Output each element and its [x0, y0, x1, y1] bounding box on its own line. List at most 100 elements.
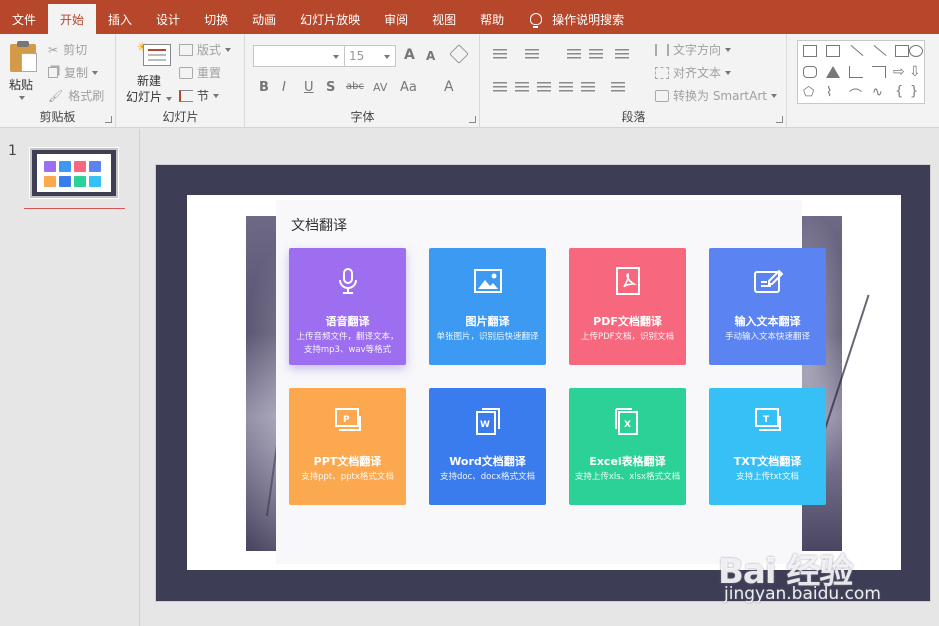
line-shape-icon[interactable] [850, 44, 864, 57]
numbering-icon[interactable] [525, 49, 539, 60]
chevron-down-icon [384, 55, 390, 59]
strikethrough-button[interactable]: abc [346, 81, 364, 92]
decrease-indent-icon[interactable] [567, 49, 581, 60]
translation-card[interactable]: 输入文本翻译 手动输入文本快速翻译 [709, 248, 826, 365]
dialog-launcher-icon[interactable] [469, 116, 476, 123]
paragraph-group: 文字方向 对齐文本 转换为 SmartArt 段落 [481, 34, 787, 128]
wave-shape-icon[interactable]: ∿ [872, 85, 883, 100]
line-spacing-icon[interactable] [615, 49, 629, 60]
tab-insert[interactable]: 插入 [96, 4, 144, 34]
section-label: 节 [197, 89, 210, 103]
oval-shape-icon[interactable] [909, 45, 923, 57]
chevron-down-icon [725, 70, 732, 75]
tab-help[interactable]: 帮助 [468, 4, 516, 34]
tab-view[interactable]: 视图 [420, 4, 468, 34]
change-case-button[interactable]: Aa [400, 80, 417, 95]
translation-card[interactable]: 图片翻译 单张图片，识别后快速翻译 [429, 248, 546, 365]
section-button[interactable]: 节 [179, 87, 220, 104]
tab-slideshow[interactable]: 幻灯片放映 [288, 4, 372, 34]
chevron-down-icon [213, 93, 220, 98]
translation-card[interactable]: T TXT文档翻译 支持上传txt文档 [709, 388, 826, 505]
freeform-shape-icon[interactable]: ⬠ [803, 85, 814, 100]
paste-button[interactable]: 粘贴 [4, 38, 44, 104]
convert-smartart-button[interactable]: 转换为 SmartArt [655, 87, 777, 104]
format-painter-label: 格式刷 [68, 89, 105, 103]
increase-indent-icon[interactable] [589, 49, 603, 60]
align-right-icon[interactable] [537, 82, 551, 93]
rectangle-shape-icon[interactable] [895, 45, 909, 57]
tab-review[interactable]: 审阅 [372, 4, 420, 34]
font-name-combo[interactable] [253, 45, 345, 67]
text-shadow-button[interactable]: S [326, 80, 335, 95]
align-left-icon[interactable] [493, 82, 507, 93]
reset-icon [179, 66, 193, 79]
font-color-button[interactable]: A [444, 79, 454, 95]
tell-me-search[interactable]: 操作说明搜索 [516, 4, 636, 34]
elbow-arrow-shape-icon[interactable] [872, 66, 886, 78]
thumb-card [74, 161, 86, 172]
text-box-shape-icon[interactable] [803, 45, 817, 57]
cut-button[interactable]: ✂ 剪切 [48, 41, 87, 58]
translation-card[interactable]: W Word文档翻译 支持doc、docx格式文档 [429, 388, 546, 505]
paste-label: 粘贴 [9, 78, 34, 92]
baidu-jingyan-watermark: Bai 经验 jingyan.baidu.com [718, 540, 918, 620]
char-spacing-button[interactable]: AV [373, 81, 387, 94]
align-text-button[interactable]: 对齐文本 [655, 64, 732, 81]
right-arrow-shape-icon[interactable]: ⇨ [893, 64, 905, 80]
align-center-icon[interactable] [515, 82, 529, 93]
elbow-connector-shape-icon[interactable] [849, 66, 863, 78]
shapes-gallery[interactable]: ⇨ ⇩ ⬠ ⌇ ⌒ ∿ { } [797, 40, 925, 104]
dialog-launcher-icon[interactable] [105, 116, 112, 123]
clipboard-group: 粘贴 ✂ 剪切 复制 🖌 格式刷 剪贴板 [0, 34, 116, 128]
tab-home[interactable]: 开始 [48, 4, 97, 34]
vertical-text-box-shape-icon[interactable] [826, 45, 840, 57]
edit-text-icon [753, 266, 784, 296]
bold-button[interactable]: B [259, 80, 269, 95]
triangle-shape-icon[interactable] [826, 66, 840, 78]
new-slide-label-2-wrap: 幻灯片 [126, 88, 173, 105]
tab-file[interactable]: 文件 [0, 4, 48, 34]
dialog-launcher-icon[interactable] [776, 116, 783, 123]
chevron-down-icon [725, 47, 732, 52]
translation-card[interactable]: 语音翻译 上传音频文件，翻译文本，支持mp3、wav等格式 [289, 248, 406, 365]
copy-label: 复制 [64, 66, 89, 80]
tab-transitions[interactable]: 切换 [192, 4, 240, 34]
scribble-shape-icon[interactable]: ⌇ [826, 85, 832, 100]
font-size-combo[interactable]: 15 [344, 45, 396, 67]
down-arrow-shape-icon[interactable]: ⇩ [909, 64, 921, 80]
translation-card[interactable]: X Excel表格翻译 支持上传xls、xlsx格式文档 [569, 388, 686, 505]
translation-card[interactable]: P PPT文档翻译 支持ppt、pptx格式文档 [289, 388, 406, 505]
reset-button[interactable]: 重置 [179, 64, 221, 81]
underline-button[interactable]: U [304, 80, 314, 95]
brace-left-shape-icon[interactable]: { [895, 84, 903, 99]
svg-text:P: P [343, 415, 350, 425]
slide-thumbnail[interactable] [29, 147, 119, 199]
layout-button[interactable]: 版式 [179, 41, 232, 58]
svg-text:W: W [480, 420, 490, 430]
text-direction-button[interactable]: 文字方向 [655, 41, 732, 58]
format-painter-button[interactable]: 🖌 格式刷 [48, 87, 104, 104]
rounded-rect-shape-icon[interactable] [803, 66, 817, 78]
new-slide-button[interactable]: ✳ 新建 幻灯片 [121, 36, 181, 108]
bullets-icon[interactable] [493, 49, 507, 60]
justify-icon[interactable] [559, 82, 573, 93]
shrink-font-button[interactable]: A [426, 49, 435, 63]
grow-font-button[interactable]: A [404, 47, 415, 63]
copy-button[interactable]: 复制 [48, 64, 99, 81]
slide-content-area: 文档翻译 语音翻译 上传音频文件，翻译文本，支持mp3、wav等格式 图片翻译 单张图… [187, 195, 901, 570]
slide-canvas[interactable]: 文档翻译 语音翻译 上传音频文件，翻译文本，支持mp3、wav等格式 图片翻译 单张图… [155, 164, 931, 602]
distributed-icon[interactable] [581, 82, 595, 93]
brace-right-shape-icon[interactable]: } [910, 84, 918, 99]
tab-animations[interactable]: 动画 [240, 4, 288, 34]
arc-shape-icon[interactable]: ⌒ [849, 85, 862, 104]
clear-format-icon[interactable] [449, 44, 469, 64]
arrow-shape-icon[interactable] [873, 44, 887, 57]
tab-design[interactable]: 设计 [144, 4, 192, 34]
lightbulb-icon [530, 13, 543, 28]
columns-icon[interactable] [611, 82, 625, 93]
italic-button[interactable]: I [282, 80, 286, 95]
card-title: Excel表格翻译 [589, 455, 666, 468]
align-text-label: 对齐文本 [673, 66, 722, 80]
translation-card[interactable]: PDF文档翻译 上传PDF文档，识别文档 [569, 248, 686, 365]
thumb-card [44, 161, 56, 172]
